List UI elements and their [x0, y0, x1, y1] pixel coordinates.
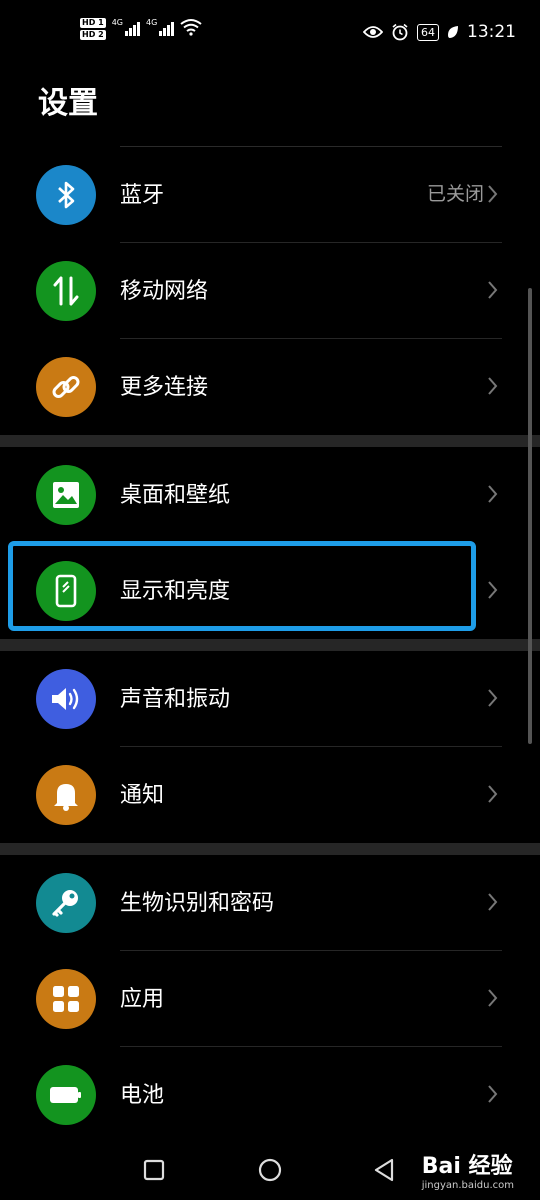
chevron-right-icon	[488, 281, 498, 299]
section-gap	[0, 435, 540, 447]
settings-item-battery[interactable]: 电池	[0, 1047, 540, 1143]
watermark-logo: Bai 经验 jingyan.baidu.com	[422, 1148, 514, 1191]
mobile-data-icon	[36, 261, 96, 321]
battery-icon	[36, 1065, 96, 1125]
sim1-indicator: HD 1	[80, 18, 106, 28]
item-label: 更多连接	[120, 375, 209, 400]
chevron-right-icon	[488, 893, 498, 911]
section-gap	[0, 639, 540, 651]
item-label: 应用	[120, 987, 165, 1012]
item-label: 通知	[120, 783, 165, 808]
settings-item-notifications[interactable]: 通知	[0, 747, 540, 843]
chevron-right-icon	[488, 785, 498, 803]
watermark-brand: Bai 经验	[421, 1154, 513, 1179]
apps-icon	[36, 969, 96, 1029]
back-button[interactable]	[368, 1154, 400, 1186]
leaf-icon	[448, 26, 458, 38]
page-title: 设置	[38, 86, 98, 121]
wallpaper-icon	[36, 465, 96, 525]
item-label: 桌面和壁纸	[120, 483, 231, 508]
settings-item-apps[interactable]: 应用	[0, 951, 540, 1047]
status-left: HD 1 HD 2 4G 4G	[80, 18, 202, 40]
chevron-right-icon	[488, 689, 498, 707]
item-label: 电池	[120, 1083, 165, 1108]
chevron-right-icon	[488, 581, 498, 599]
signal-1-icon: 4G	[112, 18, 140, 36]
scrollbar[interactable]	[528, 288, 532, 744]
wifi-icon	[180, 19, 202, 36]
bell-icon	[36, 765, 96, 825]
settings-item-mobile-network[interactable]: 移动网络	[0, 243, 540, 339]
sim-indicators: HD 1 HD 2	[80, 18, 106, 40]
highlight-box	[8, 541, 476, 631]
chevron-right-icon	[488, 485, 498, 503]
volume-icon	[36, 669, 96, 729]
settings-item-more-connections[interactable]: 更多连接	[0, 339, 540, 435]
settings-item-sound[interactable]: 声音和振动	[0, 651, 540, 747]
watermark-url: jingyan.baidu.com	[421, 1180, 514, 1191]
network-type-1: 4G	[111, 18, 123, 27]
chevron-right-icon	[488, 377, 498, 395]
section-gap	[0, 843, 540, 855]
item-label: 生物识别和密码	[120, 891, 275, 916]
chevron-right-icon	[488, 185, 498, 203]
settings-item-biometrics[interactable]: 生物识别和密码	[0, 855, 540, 951]
settings-item-bluetooth[interactable]: 蓝牙 已关闭	[0, 147, 540, 243]
eye-icon	[363, 26, 383, 38]
battery-level: 64	[417, 23, 439, 41]
recent-apps-button[interactable]	[138, 1154, 170, 1186]
home-button[interactable]	[254, 1154, 286, 1186]
sim2-indicator: HD 2	[80, 30, 106, 40]
signal-2-icon: 4G	[145, 18, 175, 36]
item-value: 已关闭	[426, 183, 484, 205]
settings-item-wallpaper[interactable]: 桌面和壁纸	[0, 447, 540, 543]
item-label: 蓝牙	[120, 183, 165, 208]
link-icon	[36, 357, 96, 417]
chevron-right-icon	[488, 1085, 498, 1103]
key-icon	[36, 873, 96, 933]
network-type-2: 4G	[145, 18, 158, 27]
clock: 13:21	[467, 22, 516, 42]
bluetooth-icon	[36, 165, 96, 225]
status-bar: HD 1 HD 2 4G 4G 64 13:21	[0, 0, 540, 64]
status-right: 64 13:21	[363, 22, 516, 42]
item-label: 移动网络	[120, 279, 209, 304]
alarm-icon	[392, 23, 408, 41]
item-label: 声音和振动	[120, 687, 231, 712]
chevron-right-icon	[488, 989, 498, 1007]
